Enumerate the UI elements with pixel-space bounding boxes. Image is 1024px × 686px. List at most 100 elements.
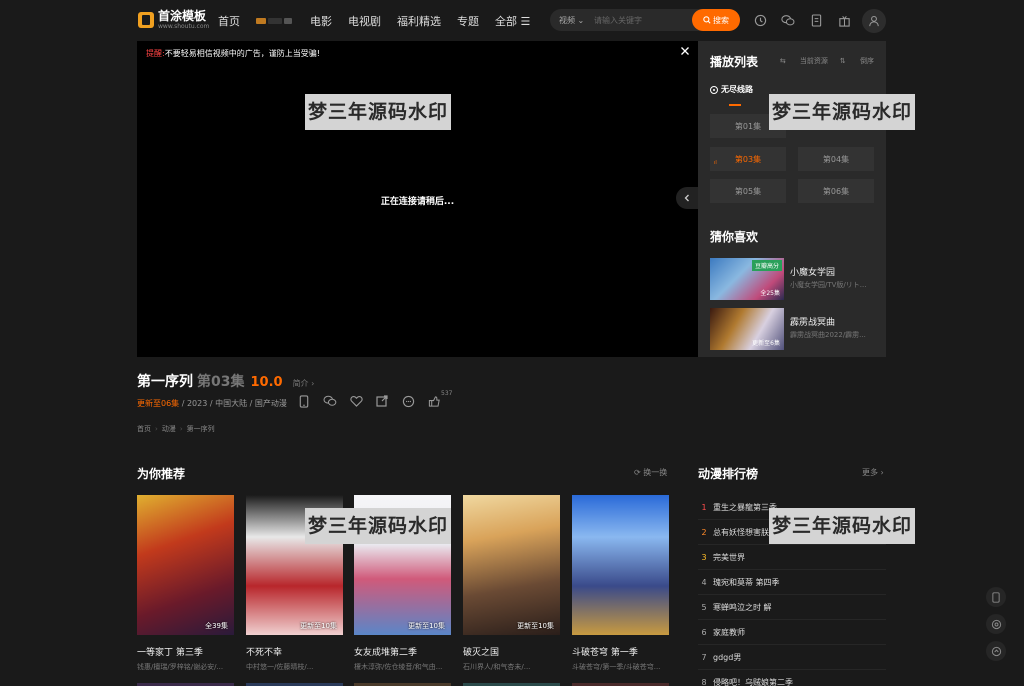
watermark-overlay: 梦三年源码水印 [305, 94, 452, 130]
ranking-more-link[interactable]: 更多 › [862, 467, 884, 478]
settings-float-button[interactable] [986, 614, 1006, 634]
mobile-float-button[interactable] [986, 587, 1006, 607]
guess-item-name: 霹雳战冥曲 [790, 318, 836, 328]
radio-icon [710, 85, 718, 94]
breadcrumb: 首页 › 动漫 › 第一序列 [137, 425, 215, 433]
guess-title: 猜你喜欢 [710, 230, 759, 244]
line-tab-indicator [729, 104, 741, 106]
share-icon[interactable] [375, 394, 389, 408]
like-icon[interactable]: 537 [427, 390, 452, 408]
region-link[interactable]: 中国大陆 [215, 399, 247, 408]
wechat-icon[interactable] [780, 12, 796, 28]
video-episode: 第03集 [197, 374, 245, 390]
player-notice: 提醒:不要轻易相信视频中的广告，谨防上当受骗! [146, 49, 320, 58]
nav-movie[interactable]: 电影 [310, 13, 332, 29]
rating-badge: 豆瓣高分 [751, 260, 782, 271]
card-title: 破灭之国 [463, 648, 500, 658]
guess-item[interactable]: 更新至6集 霹雳战冥曲 霹雳战冥曲2022/霹雳... [710, 308, 878, 350]
rank-item[interactable]: 6 家庭教师 [698, 620, 886, 645]
rank-item[interactable]: 8 侵略吧！乌贼娘第二季 [698, 670, 886, 686]
loading-text: 正在连接请稍后... [380, 197, 455, 207]
watermark-overlay: 梦三年源码水印 [305, 508, 452, 544]
user-icon [869, 15, 879, 27]
recommend-card[interactable]: 更新至10集 破灭之国 石川界人/和气杏未/... [463, 495, 560, 672]
line-tab-wujin[interactable]: 无尽线路 [710, 84, 753, 95]
video-player[interactable]: 提醒:不要轻易相信视频中的广告，谨防上当受骗! 正在连接请稍后... [137, 41, 698, 357]
feedback-float-button[interactable] [986, 641, 1006, 661]
refresh-button[interactable]: ⟳ 换一换 [634, 467, 667, 478]
search-button[interactable]: 搜索 [692, 9, 740, 31]
brief-link[interactable]: 简介 › [293, 378, 315, 389]
rank-item[interactable]: 3 完美世界 [698, 545, 886, 570]
playlist-panel: 播放列表 ⇆ 当前资源 ⇅ 倒序 无尽线路 第01集 ıl 第03集 第04集 第… [698, 41, 886, 357]
video-score: 10.0 [250, 375, 283, 390]
comment-icon[interactable] [401, 394, 415, 408]
card-title: 女友成堆第二季 [354, 648, 418, 658]
episode-button-active[interactable]: ıl 第03集 [710, 147, 786, 171]
card-title: 不死不幸 [246, 648, 283, 658]
video-title-row: 第一序列 第03集 10.0 简介 › [137, 371, 314, 391]
card-desc: 斗破苍穹/第一季/斗破苍穹... [572, 663, 661, 671]
nav-tv[interactable]: 电视剧 [348, 13, 381, 29]
guess-item-name: 小魔女学园 [790, 268, 836, 278]
gift-icon[interactable] [836, 12, 852, 28]
card-desc: 石川界人/和气杏未/... [463, 663, 531, 671]
crumb-current: 第一序列 [186, 425, 215, 433]
nav-all[interactable]: 全部 ☰ [495, 13, 530, 29]
playlist-title: 播放列表 [710, 55, 759, 69]
close-icon [681, 47, 689, 55]
user-avatar[interactable] [862, 9, 886, 33]
ranking-title: 动漫排行榜 [698, 467, 759, 481]
mobile-icon[interactable] [297, 394, 311, 408]
collapse-sidebar-button[interactable] [676, 187, 698, 209]
episode-button[interactable]: 第06集 [798, 179, 874, 203]
card-desc: 钱惠/檀瑞/罗梓铭/谢必安/... [137, 663, 224, 671]
card-desc: 榎木淳弥/佐仓绫音/和气由... [354, 663, 443, 671]
guess-item[interactable]: 豆瓣高分 全25集 小魔女学园 小魔女学园/TV版/リト... [710, 258, 878, 300]
nav-welfare[interactable]: 福利精选 [397, 13, 441, 29]
like-count: 537 [441, 390, 453, 397]
feedback-icon [991, 646, 1001, 656]
rank-item[interactable]: 7 gdgd男 [698, 645, 886, 670]
recommend-card[interactable]: 斗破苍穹 第一季 斗破苍穹/第一季/斗破苍穹... [572, 495, 669, 672]
recommend-card[interactable]: 全39集 一等家丁 第三季 钱惠/檀瑞/罗梓铭/谢必安/... [137, 495, 234, 672]
top-header: 首涂模板 www.shoutu.com 首页 电影 电视剧 福利精选 专题 全部… [0, 0, 1024, 40]
nav-topic[interactable]: 专题 [457, 13, 479, 29]
episode-button[interactable]: 第05集 [710, 179, 786, 203]
card-title: 斗破苍穹 第一季 [572, 648, 638, 658]
card-desc: 中村悠一/佐藤晴枝/... [246, 663, 314, 671]
video-title: 第一序列 [137, 374, 193, 390]
guess-thumbnail: 豆瓣高分 全25集 [710, 258, 784, 300]
logo-title: 首涂模板 [158, 9, 207, 23]
video-meta: 更新至06集 / 2023 / 中国大陆 / 国产动漫 [137, 399, 287, 408]
current-source-button[interactable]: ⇆ 当前资源 [780, 56, 828, 66]
wechat-share-icon[interactable] [323, 394, 337, 408]
episode-button[interactable]: 第04集 [798, 147, 874, 171]
search-type-select[interactable]: 视频 ⌄ [550, 15, 594, 26]
logo-mark-icon [138, 12, 154, 28]
close-notice-button[interactable] [680, 45, 692, 57]
search-input[interactable] [594, 15, 689, 25]
bookmark-icon[interactable] [808, 12, 824, 28]
target-icon [991, 619, 1001, 629]
clock-icon[interactable] [752, 12, 768, 28]
logo-subtitle: www.shoutu.com [158, 23, 210, 30]
guess-thumbnail: 更新至6集 [710, 308, 784, 350]
nav-brand-logo[interactable] [256, 17, 294, 25]
crumb-home[interactable]: 首页 [137, 425, 151, 433]
sort-button[interactable]: ⇅ 倒序 [840, 56, 874, 66]
genre-link[interactable]: 国产动漫 [255, 399, 287, 408]
nav-home[interactable]: 首页 [218, 13, 240, 29]
card-poster [572, 495, 669, 635]
rank-item[interactable]: 4 瑰宛和莫蒂 第四季 [698, 570, 886, 595]
guess-item-desc: 小魔女学园/TV版/リト... [790, 281, 867, 289]
favorite-icon[interactable] [349, 394, 363, 408]
recommend-title: 为你推荐 [137, 467, 186, 481]
watermark-overlay: 梦三年源码水印 [769, 508, 916, 544]
card-poster: 全39集 [137, 495, 234, 635]
site-logo[interactable]: 首涂模板 www.shoutu.com [138, 10, 209, 30]
playing-icon: ıl [714, 160, 717, 166]
card-poster: 更新至10集 [463, 495, 560, 635]
crumb-category[interactable]: 动漫 [162, 425, 176, 433]
rank-item[interactable]: 5 寒蝉鸣泣之时 解 [698, 595, 886, 620]
